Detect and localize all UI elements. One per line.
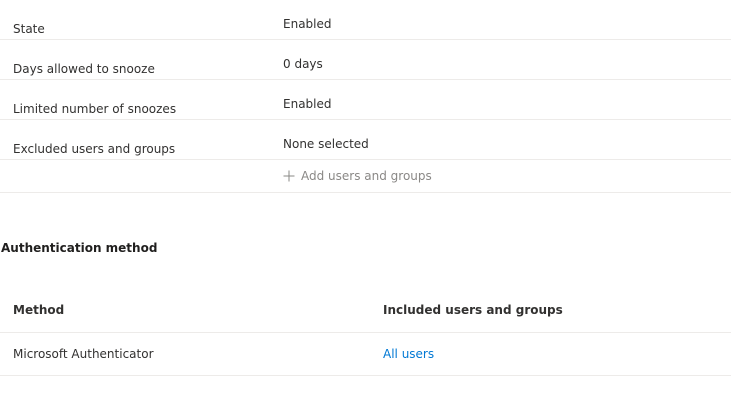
add-users-row: Add users and groups: [0, 160, 731, 193]
setting-row-days-allowed: Days allowed to snooze 0 days: [0, 40, 731, 80]
add-users-and-groups-label: Add users and groups: [301, 169, 432, 183]
setting-row-excluded-users: Excluded users and groups None selected: [0, 120, 731, 160]
table-header: Method Included users and groups: [0, 290, 731, 333]
setting-label: Excluded users and groups: [13, 142, 176, 156]
table-row: Microsoft Authenticator All users: [0, 333, 731, 376]
settings-table: State Enabled Days allowed to snooze 0 d…: [0, 0, 731, 193]
setting-label: Days allowed to snooze: [13, 62, 155, 76]
setting-value: None selected: [283, 137, 369, 151]
setting-label: Limited number of snoozes: [13, 102, 177, 116]
setting-label: State: [13, 22, 45, 36]
included-users-link[interactable]: All users: [383, 347, 434, 361]
column-header-method: Method: [13, 303, 65, 317]
setting-value: 0 days: [283, 57, 323, 71]
setting-row-state: State Enabled: [0, 0, 731, 40]
section-title: Authentication method: [1, 241, 158, 255]
setting-value: Enabled: [283, 97, 332, 111]
method-name: Microsoft Authenticator: [13, 347, 154, 361]
authentication-method-table: Method Included users and groups Microso…: [0, 290, 731, 376]
add-users-and-groups-button[interactable]: Add users and groups: [283, 169, 432, 183]
setting-row-limited-snoozes: Limited number of snoozes Enabled: [0, 80, 731, 120]
plus-icon: [283, 170, 295, 182]
column-header-included: Included users and groups: [383, 303, 563, 317]
setting-value: Enabled: [283, 17, 332, 31]
